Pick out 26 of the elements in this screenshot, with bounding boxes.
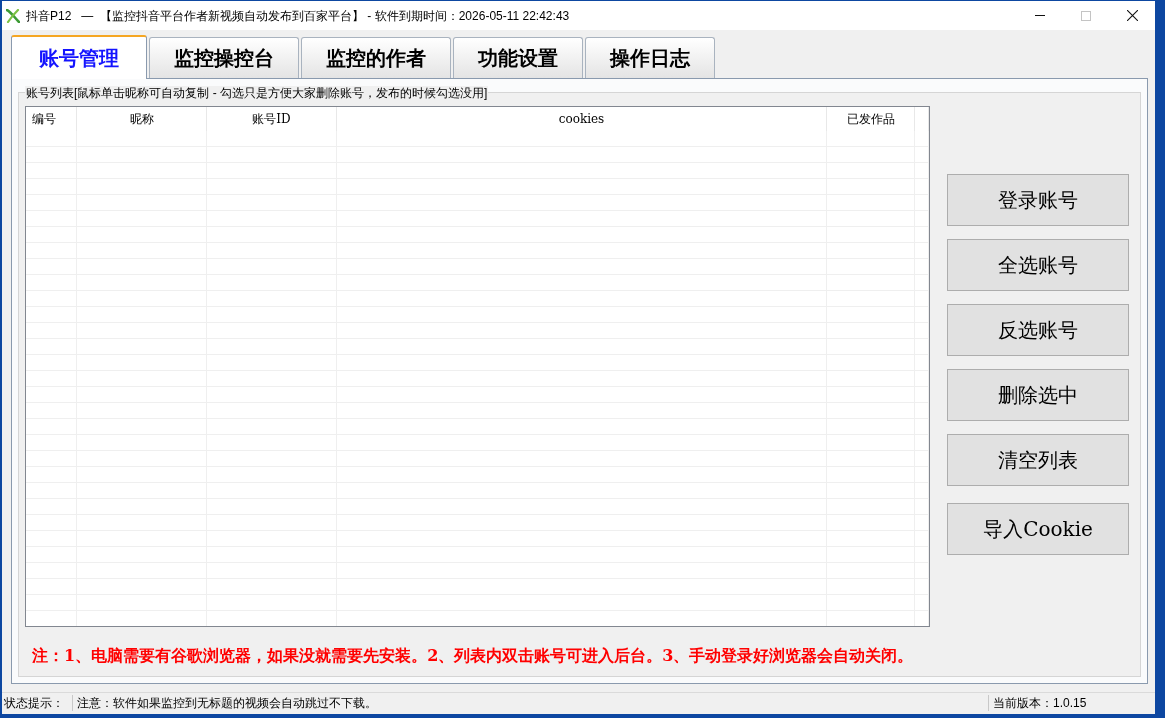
window-title: 抖音P12 — 【监控抖音平台作者新视频自动发布到百家平台】 - 软件到期时间：2026-05-11 22:42:43 <box>26 7 570 24</box>
tab[interactable]: 监控操控台 <box>149 37 299 78</box>
version-text: 当前版本：1.0.15 <box>993 695 1087 712</box>
column-header[interactable]: cookies <box>558 112 605 126</box>
action-button[interactable]: 清空列表 <box>947 434 1129 486</box>
group-caption: 账号列表[鼠标单击昵称可自动复制 - 勾选只是方便大家删除账号，发布的时候勾选没用] <box>25 86 489 100</box>
action-button[interactable]: 导入Cookie <box>947 503 1129 555</box>
maximize-icon <box>1081 10 1091 21</box>
tab[interactable]: 功能设置 <box>453 37 583 78</box>
action-button[interactable]: 全选账号 <box>947 239 1129 291</box>
action-button[interactable]: 反选账号 <box>947 304 1129 356</box>
tab[interactable]: 操作日志 <box>585 37 715 78</box>
column-header[interactable]: 昵称 <box>129 112 154 126</box>
status-label: 状态提示： <box>4 695 64 712</box>
minimize-icon <box>1035 15 1045 16</box>
column-header[interactable]: 账号ID <box>252 112 291 126</box>
tab[interactable]: 监控的作者 <box>301 37 451 78</box>
logo-icon <box>6 8 20 23</box>
tab[interactable]: 账号管理 <box>11 35 147 79</box>
status-message: 注意：软件如果监控到无标题的视频会自动跳过不下载。 <box>77 695 377 712</box>
column-header[interactable]: 已发作品 <box>846 112 895 126</box>
notice-text: 注：1、电脑需要有谷歌浏览器，如果没就需要先安装。2、列表内双击账号可进入后台。3、手动登录好浏览器会自动关闭。 <box>31 646 914 666</box>
action-button[interactable]: 登录账号 <box>947 174 1129 226</box>
column-header[interactable]: 编号 <box>32 112 56 126</box>
action-button[interactable]: 删除选中 <box>947 369 1129 421</box>
close-icon <box>1126 10 1138 21</box>
